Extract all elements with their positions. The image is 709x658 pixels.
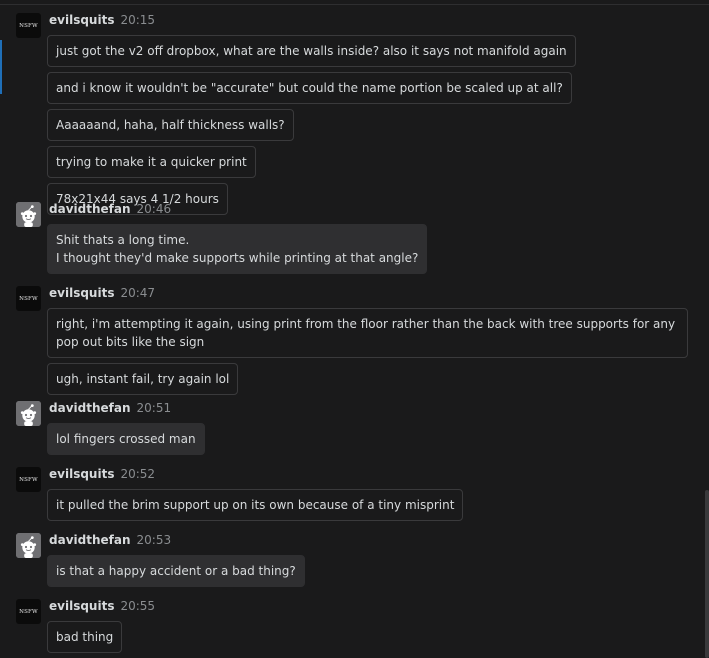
timestamp: 20:53 bbox=[136, 533, 172, 547]
avatar-label: NSFW bbox=[19, 476, 38, 483]
nsfw-avatar[interactable]: NSFW bbox=[16, 467, 41, 492]
timestamp: 20:51 bbox=[136, 401, 172, 415]
top-divider bbox=[0, 4, 709, 5]
avatar-label: NSFW bbox=[19, 295, 38, 302]
message-list: just got the v2 off dropbox, what are th… bbox=[47, 35, 699, 220]
message-header: evilsquits 20:52 bbox=[49, 467, 155, 485]
avatar-label: NSFW bbox=[19, 22, 38, 29]
message-list: right, i'm attempting it again, using pr… bbox=[47, 308, 699, 400]
message-bubble[interactable]: Aaaaaand, haha, half thickness walls? bbox=[47, 109, 294, 141]
avatar-label: NSFW bbox=[19, 608, 38, 615]
message-bubble[interactable]: bad thing bbox=[47, 621, 123, 653]
username[interactable]: evilsquits bbox=[49, 467, 114, 481]
username[interactable]: evilsquits bbox=[49, 286, 114, 300]
robot-icon bbox=[16, 202, 41, 227]
timestamp: 20:47 bbox=[120, 286, 156, 300]
message-header: evilsquits 20:47 bbox=[49, 286, 155, 304]
timestamp: 20:55 bbox=[120, 599, 156, 613]
username[interactable]: evilsquits bbox=[49, 13, 114, 27]
timestamp: 20:15 bbox=[120, 13, 156, 27]
robot-avatar[interactable] bbox=[16, 202, 41, 227]
message-list: Shit thats a long time. I thought they'd… bbox=[47, 224, 699, 279]
message-bubble[interactable]: Shit thats a long time. I thought they'd… bbox=[47, 224, 428, 274]
username[interactable]: davidthefan bbox=[49, 401, 131, 415]
message-bubble[interactable]: it pulled the brim support up on its own… bbox=[47, 489, 464, 521]
message-header: davidthefan 20:46 bbox=[49, 202, 171, 220]
unread-indicator bbox=[0, 40, 2, 94]
chat-thread: NSFW evilsquits 20:15 just got the v2 of… bbox=[0, 0, 709, 658]
robot-avatar[interactable] bbox=[16, 533, 41, 558]
message-list: is that a happy accident or a bad thing? bbox=[47, 555, 699, 592]
message-bubble[interactable]: is that a happy accident or a bad thing? bbox=[47, 555, 305, 587]
scrollbar[interactable] bbox=[705, 490, 709, 658]
message-header: evilsquits 20:55 bbox=[49, 599, 155, 617]
robot-icon bbox=[16, 401, 41, 426]
message-bubble[interactable]: right, i'm attempting it again, using pr… bbox=[47, 308, 688, 358]
message-bubble[interactable]: trying to make it a quicker print bbox=[47, 146, 256, 178]
timestamp: 20:46 bbox=[136, 202, 172, 216]
nsfw-avatar[interactable]: NSFW bbox=[16, 13, 41, 38]
message-bubble[interactable]: lol fingers crossed man bbox=[47, 423, 205, 455]
robot-icon bbox=[16, 533, 41, 558]
message-header: evilsquits 20:15 bbox=[49, 13, 155, 31]
message-header: davidthefan 20:53 bbox=[49, 533, 171, 551]
nsfw-avatar[interactable]: NSFW bbox=[16, 599, 41, 624]
username[interactable]: evilsquits bbox=[49, 599, 114, 613]
message-bubble[interactable]: just got the v2 off dropbox, what are th… bbox=[47, 35, 576, 67]
message-header: davidthefan 20:51 bbox=[49, 401, 171, 419]
message-bubble[interactable]: and i know it wouldn't be "accurate" but… bbox=[47, 72, 572, 104]
message-list: lol fingers crossed man bbox=[47, 423, 699, 460]
message-bubble[interactable]: ugh, instant fail, try again lol bbox=[47, 363, 239, 395]
message-list: bad thing bbox=[47, 621, 699, 658]
robot-avatar[interactable] bbox=[16, 401, 41, 426]
username[interactable]: davidthefan bbox=[49, 202, 131, 216]
nsfw-avatar[interactable]: NSFW bbox=[16, 286, 41, 311]
timestamp: 20:52 bbox=[120, 467, 156, 481]
username[interactable]: davidthefan bbox=[49, 533, 131, 547]
message-list: it pulled the brim support up on its own… bbox=[47, 489, 699, 526]
